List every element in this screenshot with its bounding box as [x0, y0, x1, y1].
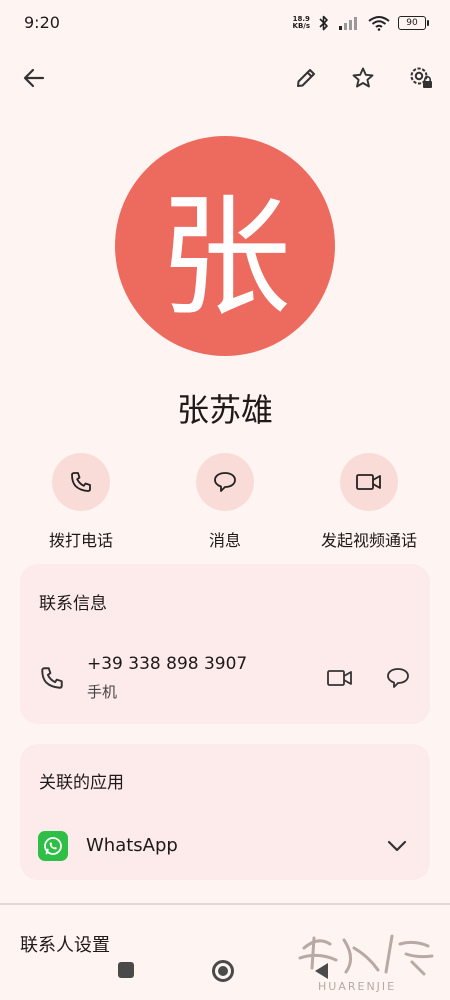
phone-type: 手机	[87, 683, 118, 701]
video-call-action-circle	[340, 453, 398, 511]
phone-message-button[interactable]	[378, 658, 418, 698]
call-action[interactable]: 拨打电话	[11, 453, 151, 551]
message-bubble-icon	[214, 472, 236, 492]
whatsapp-row[interactable]: WhatsApp	[20, 824, 430, 868]
video-call-action-label: 发起视频通话	[320, 531, 417, 550]
whatsapp-phone-glyph-icon	[44, 837, 62, 855]
network-speed: 18.9 KB/s	[292, 15, 310, 30]
call-action-circle	[52, 453, 110, 511]
contact-name: 张苏雄	[176, 391, 273, 429]
linked-apps-title: 关联的应用	[39, 773, 124, 793]
wifi-icon	[368, 16, 390, 31]
back-triangle-icon[interactable]	[312, 961, 330, 981]
contact-settings-button[interactable]	[401, 58, 441, 98]
phone-details: +39 338 898 3907 手机	[87, 654, 247, 702]
message-bubble-icon	[387, 668, 409, 688]
recent-apps-button[interactable]	[118, 962, 134, 978]
pencil-icon	[297, 69, 315, 87]
video-camera-icon	[356, 474, 381, 490]
home-dot	[218, 966, 228, 976]
watermark-text: HUARENJIE	[318, 980, 397, 993]
whatsapp-logo-icon	[38, 831, 68, 861]
message-action-circle	[196, 453, 254, 511]
battery-indicator: 90	[398, 16, 429, 30]
section-divider	[0, 903, 450, 905]
status-time: 9:20	[24, 13, 60, 32]
contact-info-card: 联系信息 +39 338 898 3907 手机	[20, 564, 430, 724]
gear-lock-icon	[410, 67, 432, 88]
phone-icon	[71, 472, 91, 492]
signal-icon	[339, 17, 357, 30]
arrow-left-icon	[23, 68, 45, 88]
chevron-down-icon[interactable]	[386, 836, 408, 856]
status-icons: 18.9 KB/s 90	[292, 12, 429, 34]
linked-apps-card: 关联的应用 WhatsApp	[20, 744, 430, 880]
edit-button[interactable]	[286, 58, 326, 98]
bluetooth-icon	[319, 15, 328, 31]
phone-icon	[41, 667, 63, 689]
video-call-action[interactable]: 发起视频通话	[299, 453, 439, 551]
favorite-button[interactable]	[343, 58, 383, 98]
contact-avatar: 张	[115, 136, 335, 356]
home-button[interactable]	[212, 960, 234, 982]
contact-info-title: 联系信息	[39, 594, 107, 614]
back-button[interactable]	[14, 58, 54, 98]
video-camera-icon	[327, 670, 352, 686]
phone-video-call-button[interactable]	[320, 658, 360, 698]
message-action[interactable]: 消息	[155, 453, 295, 551]
call-action-label: 拨打电话	[48, 531, 113, 550]
whatsapp-label: WhatsApp	[86, 835, 178, 856]
phone-number: +39 338 898 3907	[87, 654, 248, 674]
contact-settings-title[interactable]: 联系人设置	[20, 931, 110, 957]
star-outline-icon	[352, 67, 374, 88]
message-action-label: 消息	[208, 531, 241, 550]
phone-row[interactable]: +39 338 898 3907 手机	[20, 640, 310, 702]
